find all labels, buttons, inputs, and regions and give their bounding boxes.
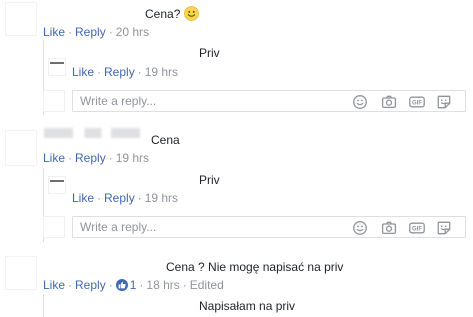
comment-message: Cena?: [145, 7, 181, 21]
separator: ·: [97, 65, 102, 79]
camera-icon[interactable]: [381, 220, 397, 236]
comment-text: Cena ? Nie mogę napisać na priv: [166, 259, 343, 275]
emoji-icon[interactable]: [352, 94, 368, 110]
reply-placeholder: Write a reply...: [80, 94, 157, 108]
reply-link[interactable]: Reply: [75, 278, 106, 292]
like-link[interactable]: Like: [43, 278, 65, 292]
gif-icon[interactable]: GIF: [409, 220, 425, 236]
svg-text:GIF: GIF: [412, 101, 422, 107]
blurred-author-name: [44, 128, 140, 138]
separator: ·: [108, 151, 113, 165]
comment-text: Cena: [151, 132, 180, 148]
edited-label[interactable]: Edited: [190, 278, 224, 292]
separator: ·: [68, 25, 73, 39]
like-reaction-icon[interactable]: [115, 279, 128, 291]
reaction-count[interactable]: 1: [130, 278, 137, 292]
separator: ·: [68, 278, 73, 292]
reply-input[interactable]: Write a reply... GIF: [72, 90, 466, 112]
emoji-icon[interactable]: [352, 220, 368, 236]
separator: ·: [108, 278, 113, 292]
like-link[interactable]: Like: [43, 25, 65, 39]
gif-icon[interactable]: GIF: [409, 94, 425, 110]
separator: ·: [97, 191, 102, 205]
reply-link[interactable]: Reply: [104, 65, 135, 79]
comment-actions: Like · Reply · 19 hrs: [43, 150, 149, 166]
separator: ·: [137, 191, 142, 205]
comment-text: Priv: [199, 45, 220, 61]
thread-line: [43, 294, 44, 317]
timestamp[interactable]: 19 hrs: [116, 151, 149, 165]
avatar[interactable]: [48, 58, 66, 76]
separator: ·: [182, 278, 187, 292]
timestamp[interactable]: 19 hrs: [145, 65, 178, 79]
smiley-emoji: [184, 6, 200, 21]
comment-text: Napisałam na priv: [199, 298, 295, 314]
comment-text: Cena?: [145, 6, 200, 22]
timestamp[interactable]: 19 hrs: [145, 191, 178, 205]
avatar[interactable]: [5, 256, 37, 290]
comment-actions: Like · Reply · 19 hrs: [72, 64, 178, 80]
comment-message: Napisałam na priv: [199, 299, 296, 313]
svg-text:GIF: GIF: [412, 227, 422, 233]
avatar-fragment: [50, 62, 64, 64]
sticker-icon[interactable]: [436, 220, 452, 236]
avatar: [43, 216, 65, 238]
timestamp[interactable]: 20 hrs: [116, 25, 149, 39]
avatar[interactable]: [5, 2, 37, 36]
camera-icon[interactable]: [381, 94, 397, 110]
timestamp[interactable]: 18 hrs: [146, 278, 179, 292]
comment-text: Priv: [199, 172, 220, 188]
comment-actions: Like · Reply · 20 hrs: [43, 24, 149, 40]
comment-message: Priv: [199, 46, 220, 60]
comment-message: Cena: [151, 133, 180, 147]
separator: ·: [68, 151, 73, 165]
like-link[interactable]: Like: [72, 65, 94, 79]
separator: ·: [139, 278, 144, 292]
comment-message: Cena ? Nie mogę napisać na priv: [166, 260, 344, 274]
reply-input[interactable]: Write a reply... GIF: [72, 216, 466, 238]
like-link[interactable]: Like: [43, 151, 65, 165]
avatar[interactable]: [5, 130, 37, 166]
avatar-fragment: [50, 180, 64, 182]
comment-actions: Like · Reply · 1 · 18 hrs · Edited: [43, 277, 224, 293]
avatar[interactable]: [48, 176, 66, 194]
reply-link[interactable]: Reply: [75, 151, 106, 165]
reply-link[interactable]: Reply: [75, 25, 106, 39]
sticker-icon[interactable]: [436, 94, 452, 110]
comment-actions: Like · Reply · 19 hrs: [72, 190, 178, 206]
reply-link[interactable]: Reply: [104, 191, 135, 205]
separator: ·: [137, 65, 142, 79]
avatar: [43, 90, 65, 112]
reply-placeholder: Write a reply...: [80, 220, 157, 234]
comment-message: Priv: [199, 173, 220, 187]
like-link[interactable]: Like: [72, 191, 94, 205]
separator: ·: [108, 25, 113, 39]
